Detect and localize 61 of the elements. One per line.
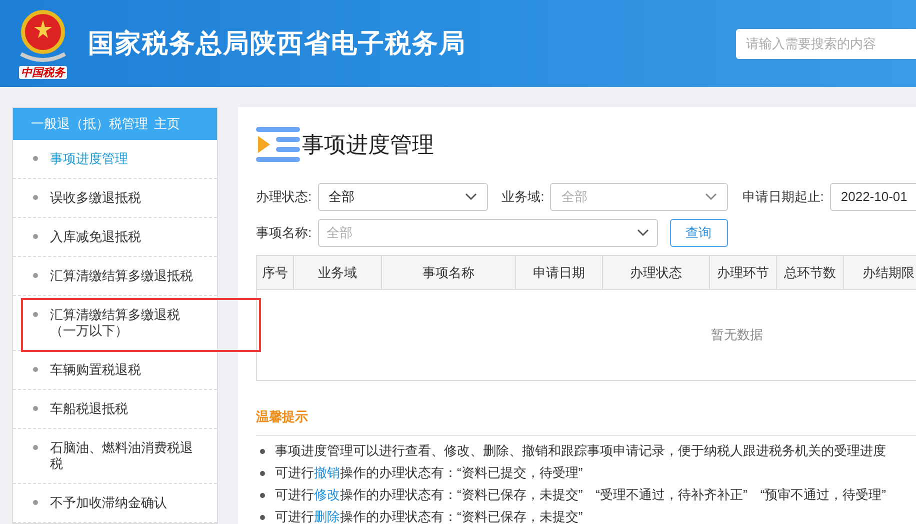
- filter-label: 业务域:: [502, 188, 544, 206]
- chevron-down-icon: [705, 193, 718, 201]
- tip-text: 事项进度管理可以进行查看、修改、删除、撤销和跟踪事项申请记录，便于纳税人跟进税务机关的受理进度: [275, 442, 886, 460]
- column-header: 办理环节: [710, 256, 777, 289]
- bullet-icon: [33, 234, 38, 239]
- sidebar-item[interactable]: 不予加收滞纳金确认: [21, 484, 209, 522]
- item-label: 事项进度管理: [50, 151, 128, 167]
- bullet-icon: [33, 367, 38, 372]
- tip-text: 可进行撤销操作的办理状态有：“资料已提交，待受理”: [275, 464, 583, 482]
- column-header: 办结期限: [844, 256, 916, 289]
- bullet-icon: [33, 195, 38, 200]
- site-title: 国家税务总局陕西省电子税务局: [88, 27, 466, 60]
- tip-text: 可进行修改操作的办理状态有：“资料已保存，未提交” “受理不通过，待补齐补正” “预审不通过，待受理”: [275, 486, 886, 504]
- column-header: 事项名称: [382, 256, 516, 289]
- item-label: 车辆购置税退税: [50, 362, 141, 378]
- item-sublabel: （一万以下）: [50, 323, 129, 339]
- bullet-icon: [33, 500, 38, 505]
- bullet-icon: [260, 514, 265, 520]
- column-header: 序号: [257, 256, 294, 289]
- sidebar-item[interactable]: 车辆购置税退税: [21, 351, 209, 389]
- column-header: 业务域: [294, 256, 382, 289]
- tips-title: 温馨提示: [256, 407, 916, 436]
- column-header: 总环节数: [777, 256, 844, 289]
- logo-text: 中国税务: [19, 66, 67, 79]
- bullet-icon: [33, 445, 38, 450]
- filter-label: 办理状态:: [256, 188, 312, 206]
- sidebar-item[interactable]: 入库减免退抵税: [21, 218, 209, 256]
- empty-text: 暂无数据: [711, 326, 763, 344]
- date-field[interactable]: 2022-10-01: [830, 183, 916, 211]
- sidebar-item[interactable]: 汇算清缴结算多缴退抵税: [21, 257, 209, 295]
- sidebar-title: 一般退（抵）税管理: [31, 115, 148, 134]
- bullet-icon: [260, 492, 265, 498]
- tip-text: 可进行删除操作的办理状态有：“资料已保存，未提交”: [275, 508, 583, 524]
- bullet-icon: [260, 470, 265, 476]
- sidebar-item[interactable]: 误收多缴退抵税: [21, 179, 209, 217]
- sidebar-item[interactable]: 石脑油、燃料油消费税退税: [21, 429, 209, 483]
- bullet-icon: [33, 312, 38, 317]
- column-header: 办理状态: [603, 256, 710, 289]
- item-label: 汇算清缴结算多缴退税: [50, 307, 180, 323]
- action-link[interactable]: 撤销: [314, 464, 340, 480]
- chevron-down-icon: [464, 193, 477, 201]
- item-label: 车船税退抵税: [50, 401, 128, 417]
- filter-label: 事项名称:: [256, 224, 312, 242]
- chevron-down-icon: [636, 229, 649, 237]
- item-label: 石脑油、燃料油消费税退税: [50, 440, 194, 472]
- item-label: 误收多缴退抵税: [50, 190, 141, 206]
- bullet-icon: [260, 448, 265, 454]
- item-label: 入库减免退抵税: [50, 229, 141, 245]
- bullet-icon: [33, 156, 38, 161]
- list-play-icon: [256, 125, 300, 163]
- select-field[interactable]: 全部: [318, 183, 488, 211]
- sidebar-item[interactable]: 车船税退抵税: [21, 390, 209, 428]
- bullet-icon: [33, 406, 38, 411]
- item-label: 不予加收滞纳金确认: [50, 495, 167, 511]
- sidebar-item[interactable]: 汇算清缴结算多缴退税 （一万以下）: [21, 296, 209, 350]
- column-header: 申请日期: [516, 256, 603, 289]
- filter-label: 申请日期起止:: [742, 188, 824, 206]
- item-label: 汇算清缴结算多缴退抵税: [50, 268, 193, 284]
- page-title: 事项进度管理: [302, 130, 434, 158]
- bullet-icon: [33, 273, 38, 278]
- search-field[interactable]: 请输入需要搜索的内容: [736, 28, 916, 58]
